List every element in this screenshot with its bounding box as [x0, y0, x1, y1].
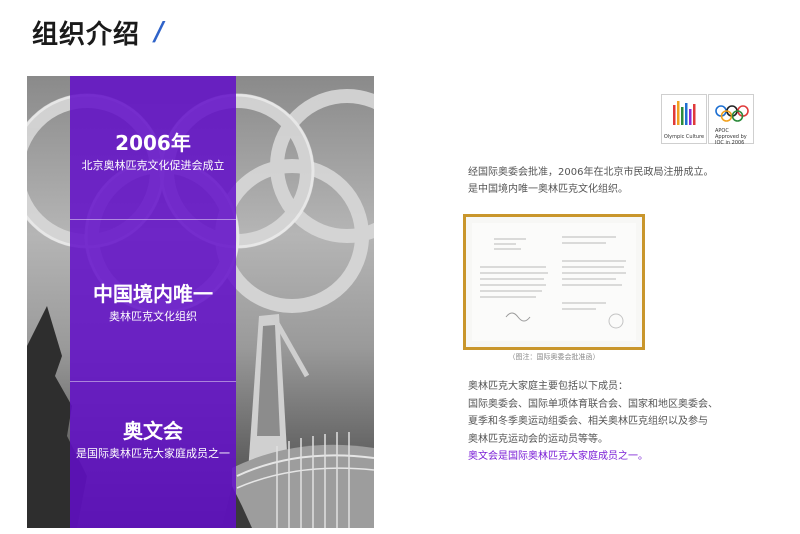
- title-slash-decoration: /: [151, 17, 167, 47]
- block-divider: [70, 219, 236, 220]
- unique-org-title: 中国境内唯一: [93, 282, 213, 306]
- intro-text: 经国际奥委会批准，2006年在北京市民政局注册成立。 是中国境内唯一奥林匹克文化…: [468, 164, 713, 198]
- page-title: 组织介绍: [32, 19, 141, 50]
- block-divider: [70, 381, 236, 382]
- intro-line: 是中国境内唯一奥林匹克文化组织。: [468, 184, 628, 195]
- info-card: Olympic Culture APOC Approved by IOC in …: [374, 76, 799, 528]
- apoc-caption: APOC Approved by IOC in 2006: [715, 128, 747, 146]
- apoc-logo: APOC Approved by IOC in 2006: [708, 94, 754, 146]
- olympic-culture-caption: Olympic Culture: [663, 134, 705, 140]
- highlight-line: 奥文会是国际奥林匹克大家庭成员之一。: [468, 451, 648, 462]
- unique-org-block: 中国境内唯一 奥林匹克文化组织: [70, 281, 236, 325]
- highlight-strip: 2006年 北京奥林匹克文化促进会成立 中国境内唯一 奥林匹克文化组织 奥文会 …: [70, 76, 236, 528]
- founding-subtitle: 北京奥林匹克文化促进会成立: [81, 159, 225, 172]
- members-line: 夏季和冬季奥运动组委会、相关奥林匹克组织以及参与: [468, 416, 708, 427]
- members-line: 奥林匹克运动会的运动员等等。: [468, 433, 608, 445]
- member-subtitle: 是国际奥林匹克大家庭成员之一: [76, 447, 230, 460]
- certificate-image: [463, 214, 645, 350]
- members-text: 奥林匹克大家庭主要包括以下成员： 国际奥委会、国际单项体育联合会、国家和地区奥委…: [468, 378, 718, 466]
- unique-org-subtitle: 奥林匹克文化组织: [109, 310, 197, 323]
- member-block: 奥文会 是国际奥林匹克大家庭成员之一: [70, 418, 236, 462]
- page-header: 组织介绍 /: [32, 14, 167, 50]
- organization-panel: 2006年 北京奥林匹克文化促进会成立 中国境内唯一 奥林匹克文化组织 奥文会 …: [27, 76, 799, 528]
- olympic-stadium-photo: 2006年 北京奥林匹克文化促进会成立 中国境内唯一 奥林匹克文化组织 奥文会 …: [27, 76, 374, 528]
- founding-year: 2006年: [115, 131, 191, 155]
- intro-line: 经国际奥委会批准，2006年在北京市民政局注册成立。: [468, 167, 714, 178]
- certificate-document: [472, 223, 636, 341]
- certificate-caption: （图注：国际奥委会批准函）: [508, 353, 600, 361]
- member-title: 奥文会: [123, 419, 183, 443]
- founding-block: 2006年 北京奥林匹克文化促进会成立: [70, 130, 236, 174]
- members-line: 国际奥委会、国际单项体育联合会、国家和地区奥委会、: [468, 398, 718, 410]
- olympic-culture-logo: Olympic Culture: [661, 94, 707, 144]
- members-line: 奥林匹克大家庭主要包括以下成员：: [468, 381, 628, 392]
